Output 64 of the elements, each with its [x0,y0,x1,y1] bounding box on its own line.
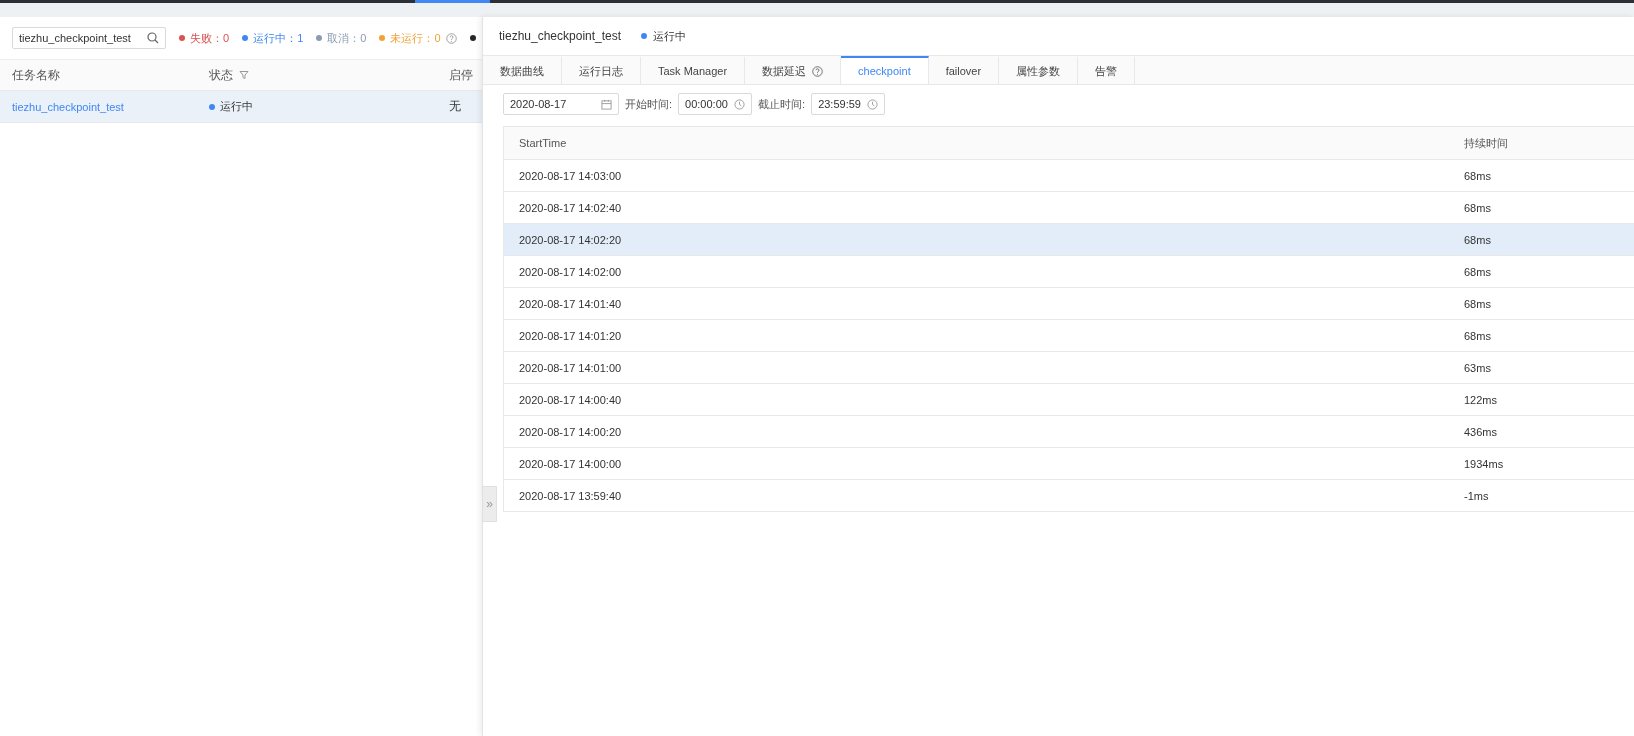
field-label: 开始时间: [625,96,673,112]
calendar-icon[interactable] [601,98,612,110]
tab[interactable]: 告警 [1078,56,1136,84]
table-cell-text: 2020-08-17 13:59:40 [518,489,623,502]
status-count[interactable]: 运行中：1 [253,30,304,46]
table-cell-text: 68ms [1464,265,1492,278]
tab[interactable]: 数据曲线 [483,56,562,84]
status-count[interactable]: 失败：0 [190,30,230,46]
table-cell-text: 122ms [1464,393,1499,406]
table-cell-text: 2020-08-17 14:03:00 [518,169,623,182]
table-cell-text: 68ms [1464,169,1492,182]
table-cell-text: -1ms [1464,489,1490,502]
table-cell-text: 2020-08-17 14:01:00 [518,361,623,374]
tab[interactable]: 属性参数 [999,56,1079,84]
table-row[interactable]: 2020-08-17 14:00:00 1934ms [504,448,1634,480]
table-row[interactable]: 2020-08-17 14:01:20 68ms [504,320,1634,352]
column-header: 任务名称 [12,66,60,84]
table-cell-text: 2020-08-17 14:00:00 [518,457,623,470]
table-cell-text: 2020-08-17 14:02:00 [518,265,623,278]
table-cell-text: 436ms [1464,425,1499,438]
field-label: 截止时间: [758,96,806,112]
table-cell-text: 无 [449,98,462,115]
clock-icon[interactable] [867,98,879,110]
table-cell-text: 2020-08-17 14:02:20 [518,233,623,246]
table-cell-text: 68ms [1464,201,1492,214]
status-text: 运行中 [653,28,687,44]
time-field[interactable]: 00:00:00 [678,93,753,115]
table-row[interactable]: 2020-08-17 14:00:20 436ms [504,416,1634,448]
tab[interactable]: failover [928,56,1000,84]
tab[interactable]: Task Manager [641,56,746,84]
status-text: 运行中 [220,99,253,114]
table-row[interactable]: 2020-08-17 14:02:20 68ms [504,224,1634,256]
table-cell-text: 2020-08-17 14:00:20 [518,425,623,438]
drawer-title: tiezhu_checkpoint_test [499,29,622,43]
table-row[interactable]: tiezhu_checkpoint_test 运行中 无 [0,91,482,123]
table-cell-text: 63ms [1464,361,1492,374]
date-field[interactable]: 2020-08-17 [503,93,619,115]
table-cell-text: 1934ms [1464,457,1505,470]
tab[interactable]: checkpoint [841,56,929,84]
table-row[interactable]: 2020-08-17 14:03:00 68ms [504,160,1634,192]
column-header: 持续时间 [1464,135,1509,151]
filter-icon[interactable] [239,70,249,80]
table-cell-text: 68ms [1464,297,1492,310]
table-row[interactable]: 2020-08-17 14:01:40 68ms [504,288,1634,320]
column-header: 状态 [209,66,233,84]
table-cell-text: 68ms [1464,233,1492,246]
table-row[interactable]: 2020-08-17 14:01:00 63ms [504,352,1634,384]
search-field[interactable]: tiezhu_checkpoint_test [12,27,166,49]
table-row[interactable]: 2020-08-17 14:00:40 122ms [504,384,1634,416]
column-header: StartTime [518,137,568,149]
help-icon[interactable] [445,32,457,44]
time-field[interactable]: 23:59:59 [811,93,886,115]
table-cell-text: 2020-08-17 14:01:20 [518,329,623,342]
column-header: 启停 [449,66,473,84]
table-row[interactable]: 2020-08-17 13:59:40 -1ms [504,480,1634,511]
table-cell-text: 2020-08-17 14:01:40 [518,297,623,310]
search-icon[interactable] [147,32,159,44]
clock-icon[interactable] [734,98,746,110]
table-row[interactable]: 2020-08-17 14:02:00 68ms [504,256,1634,288]
table-cell-text: 2020-08-17 14:02:40 [518,201,623,214]
table-cell-text: 2020-08-17 14:00:40 [518,393,623,406]
help-icon[interactable] [812,65,824,77]
table-cell-text: 68ms [1464,329,1492,342]
tab[interactable]: 运行日志 [562,56,641,84]
